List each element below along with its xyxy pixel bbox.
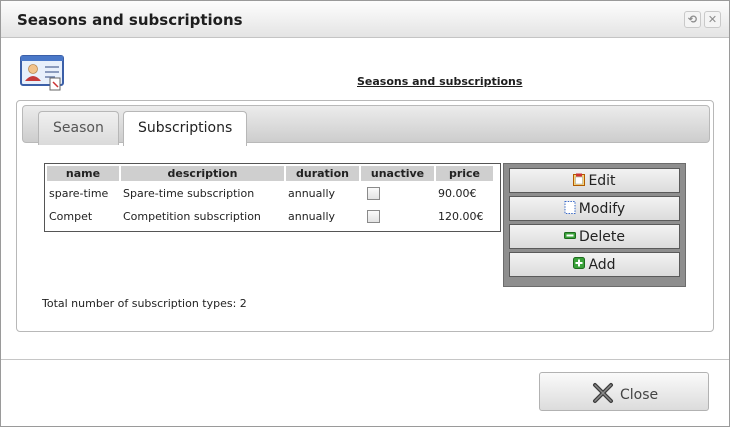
table-row[interactable]: spare-time Spare-time subscription annua… <box>47 183 493 204</box>
cell-duration: annually <box>288 187 336 200</box>
dotted-page-icon <box>564 201 576 214</box>
id-card-icon <box>20 55 64 91</box>
footer-divider <box>1 359 729 360</box>
window-title: Seasons and subscriptions <box>17 11 243 29</box>
edit-label: Edit <box>588 173 616 189</box>
cell-duration: annually <box>288 210 336 223</box>
cell-name: Compet <box>49 210 93 223</box>
subscription-count-text: Total number of subscription types: 2 <box>42 297 247 310</box>
tab-subscriptions[interactable]: Subscriptions <box>123 111 248 146</box>
window-close-icon[interactable]: ✕ <box>704 11 721 28</box>
add-label: Add <box>588 257 616 273</box>
column-header-unactive[interactable]: unactive <box>361 166 434 181</box>
cell-description: Spare-time subscription <box>123 187 255 200</box>
title-bar[interactable]: Seasons and subscriptions ⟲ ✕ <box>1 1 729 38</box>
column-header-price[interactable]: price <box>436 166 493 181</box>
dialog-window: Seasons and subscriptions ⟲ ✕ Seasons an… <box>0 0 730 427</box>
close-label: Close <box>620 387 659 403</box>
cell-name: spare-time <box>49 187 109 200</box>
cell-price: 90.00€ <box>438 187 477 200</box>
close-x-icon <box>593 383 613 403</box>
unactive-checkbox[interactable] <box>367 210 380 224</box>
plus-icon <box>573 257 586 269</box>
cell-price: 120.00€ <box>438 210 484 223</box>
tab-panel: Season Subscriptions name description du… <box>16 100 714 332</box>
restore-icon[interactable]: ⟲ <box>684 11 701 28</box>
table-row[interactable]: Compet Competition subscription annually… <box>47 206 493 227</box>
clipboard-icon <box>573 173 586 186</box>
close-button[interactable]: Close <box>539 372 709 411</box>
modify-label: Modify <box>578 201 626 217</box>
table-header-row: name description duration unactive price <box>47 166 493 181</box>
delete-button[interactable]: Delete <box>509 224 680 249</box>
subscriptions-table: name description duration unactive price… <box>44 163 501 232</box>
delete-label: Delete <box>579 229 625 245</box>
column-header-duration[interactable]: duration <box>286 166 359 181</box>
tab-season[interactable]: Season <box>38 111 119 145</box>
column-header-description[interactable]: description <box>121 166 284 181</box>
cell-description: Competition subscription <box>123 210 261 223</box>
column-header-name[interactable]: name <box>47 166 119 181</box>
edit-button[interactable]: Edit <box>509 168 680 193</box>
tab-bar: Season Subscriptions <box>22 105 710 146</box>
page-heading: Seasons and subscriptions <box>357 75 523 88</box>
modify-button[interactable]: Modify <box>509 196 680 221</box>
unactive-checkbox[interactable] <box>367 187 380 201</box>
add-button[interactable]: Add <box>509 252 680 277</box>
action-buttons-panel: Edit Modify Delete Add <box>503 163 686 287</box>
minus-icon <box>564 232 576 239</box>
